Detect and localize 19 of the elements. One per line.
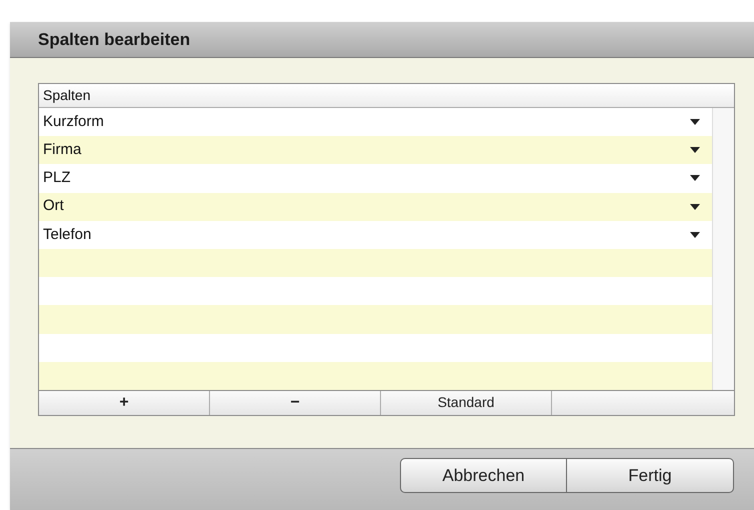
dialog-button[interactable]: Abbrechen (400, 458, 567, 493)
toolbar-button[interactable]: + (39, 390, 210, 415)
column-name: Firma (43, 140, 82, 160)
column-row[interactable]: Firma (39, 136, 712, 164)
dialog-button[interactable]: Fertig (567, 458, 734, 493)
dropdown-caret-icon[interactable] (690, 147, 700, 154)
column-row[interactable]: Ort (39, 192, 712, 221)
dialog-title: Spalten bearbeiten (38, 28, 190, 51)
dropdown-caret-icon[interactable] (690, 119, 700, 126)
header-label: Spalten (43, 86, 90, 105)
column-name: Kurzform (43, 112, 105, 132)
column-name: Ort (43, 196, 65, 216)
dropdown-caret-icon[interactable] (690, 175, 700, 182)
dropdown-caret-icon[interactable] (690, 232, 700, 238)
column-name: PLZ (43, 168, 72, 188)
toolbar-button[interactable]: Standard (381, 390, 552, 415)
dropdown-caret-icon[interactable] (690, 204, 700, 210)
column-name: Telefon (43, 224, 92, 245)
toolbar-button[interactable]: − (210, 390, 381, 415)
